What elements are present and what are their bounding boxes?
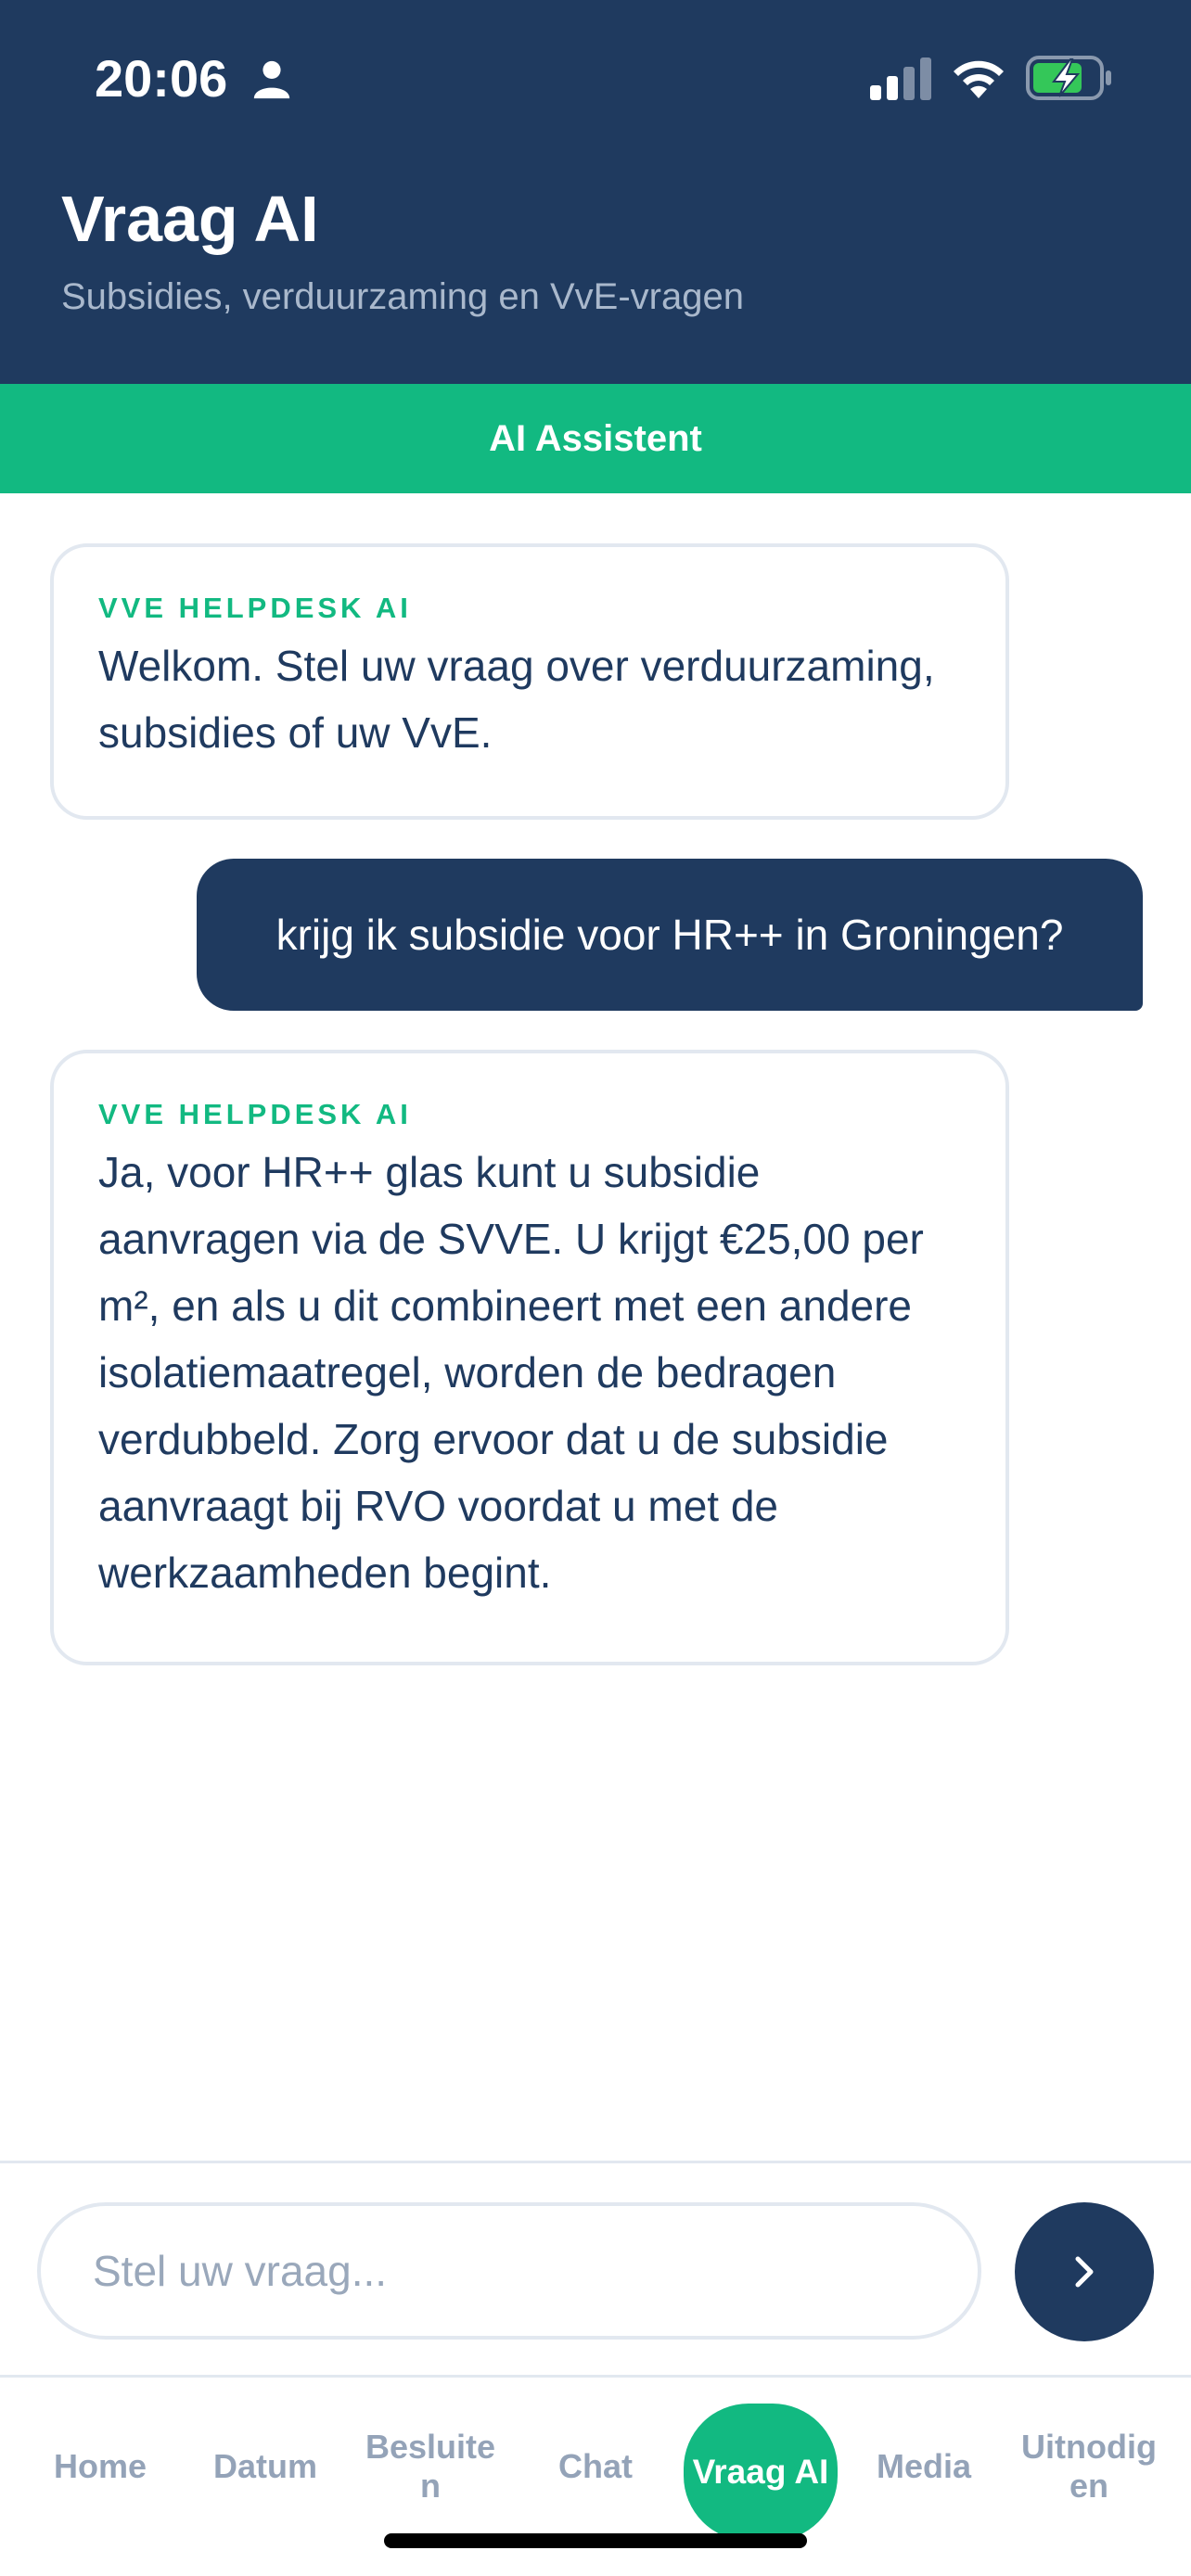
- nav-item-datum[interactable]: Datum: [186, 2402, 344, 2531]
- nav-item-chat[interactable]: Chat: [517, 2402, 674, 2531]
- message-sender: VVE HELPDESK AI: [98, 1098, 412, 1130]
- question-input[interactable]: [37, 2202, 981, 2340]
- status-time: 20:06: [95, 49, 228, 108]
- chevron-right-icon: [1075, 2256, 1094, 2288]
- home-indicator: [384, 2533, 807, 2548]
- assistant-message: VVE HELPDESK AI Welkom. Stel uw vraag ov…: [50, 543, 1009, 820]
- banner-label: AI Assistent: [489, 417, 702, 459]
- status-bar: 20:06: [0, 0, 1191, 158]
- page-subtitle: Subsidies, verduurzaming en VvE-vragen: [61, 276, 744, 317]
- battery-charging-icon: [1026, 56, 1111, 100]
- chat-thread: VVE HELPDESK AI Welkom. Stel uw vraag ov…: [0, 493, 1191, 2161]
- screen: 20:06 Vraag AI Subsidies, verduurzaming …: [0, 0, 1191, 2576]
- page-title: Vraag AI: [61, 183, 319, 255]
- person-icon: [253, 60, 290, 99]
- composer: [0, 2161, 1191, 2378]
- signal-icon: [870, 57, 931, 100]
- message-text: Welkom. Stel uw vraag over verduurzaming…: [98, 642, 935, 757]
- user-message: krijg ik subsidie voor HR++ in Groningen…: [197, 859, 1143, 1011]
- nav-item-home[interactable]: Home: [21, 2402, 179, 2531]
- message-text: Ja, voor HR++ glas kunt u subsidie aanvr…: [98, 1148, 924, 1597]
- message-text: krijg ik subsidie voor HR++ in Groningen…: [275, 911, 1064, 959]
- nav-item-uitnodigen[interactable]: Uitnodig en: [1010, 2402, 1168, 2531]
- wifi-icon: [954, 60, 1004, 98]
- message-sender: VVE HELPDESK AI: [98, 592, 412, 624]
- header: 20:06 Vraag AI Subsidies, verduurzaming …: [0, 0, 1191, 384]
- ai-assistant-banner: AI Assistent: [0, 384, 1191, 493]
- nav-item-vraag-ai[interactable]: Vraag AI: [684, 2404, 838, 2541]
- nav-item-media[interactable]: Media: [845, 2402, 1003, 2531]
- nav-item-besluiten[interactable]: Besluite n: [352, 2402, 509, 2531]
- assistant-message: VVE HELPDESK AI Ja, voor HR++ glas kunt …: [50, 1050, 1009, 1665]
- send-button[interactable]: [1015, 2202, 1154, 2341]
